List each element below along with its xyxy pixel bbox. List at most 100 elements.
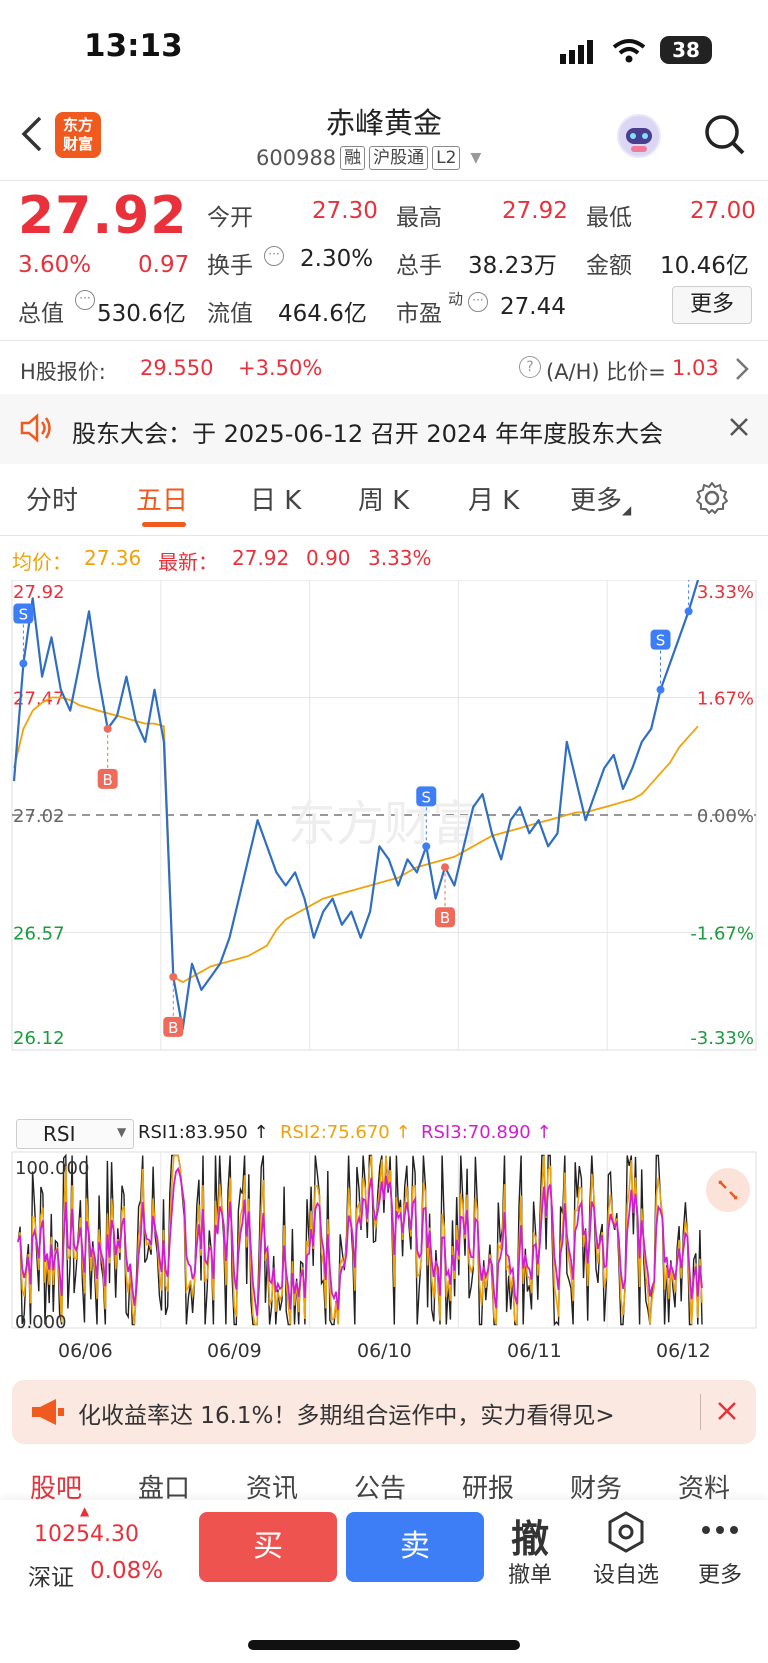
marker-label: S — [656, 632, 666, 650]
rsi-min-label: 0.000 — [15, 1312, 67, 1333]
ah-ratio-label: (A/H) 比价= — [546, 360, 666, 384]
triangle-icon: ◢ — [622, 503, 632, 517]
open-label: 今开 — [207, 205, 253, 231]
date-label: 06/10 — [357, 1340, 412, 1362]
stock-code: 600988 — [256, 146, 337, 170]
more-quote-button[interactable]: 更多 — [672, 286, 752, 324]
tab-monthly-k[interactable]: 月 K — [468, 480, 519, 517]
buy-button[interactable]: 买 — [199, 1512, 337, 1582]
divider — [0, 180, 768, 181]
avg-value: 27.36 — [84, 546, 142, 570]
y-tick-right: 3.33% — [697, 582, 754, 603]
battery-level: 38 — [672, 38, 700, 62]
y-tick-right: -1.67% — [690, 924, 754, 945]
cancel-order-label[interactable]: 撤单 — [502, 1557, 558, 1589]
add-watchlist-label[interactable]: 设自选 — [586, 1557, 666, 1589]
indicator-select[interactable]: RSI ▼ — [16, 1119, 134, 1149]
more-label[interactable]: 更多 — [690, 1557, 750, 1589]
help-icon[interactable]: ? — [519, 356, 541, 378]
date-label: 06/12 — [656, 1340, 711, 1362]
cancel-order-icon[interactable]: 撤 — [502, 1508, 558, 1563]
date-label: 06/09 — [207, 1340, 262, 1362]
megaphone-icon — [30, 1396, 66, 1428]
ah-ratio-value: 1.03 — [672, 356, 719, 380]
pe-superscript: 动 — [448, 290, 464, 308]
search-icon[interactable] — [704, 114, 746, 156]
divider — [700, 1394, 701, 1430]
add-watchlist-icon[interactable] — [604, 1510, 648, 1554]
chevron-right-icon[interactable] — [734, 356, 750, 382]
rsi3-value: RSI3:70.890 ↑ — [421, 1122, 552, 1143]
tag-connect: 沪股通 — [369, 146, 429, 170]
change-value: 0.97 — [138, 252, 190, 278]
tab-daily-k[interactable]: 日 K — [250, 480, 301, 517]
amount-label: 金额 — [586, 253, 632, 279]
marker-label: B — [103, 771, 113, 789]
home-indicator — [248, 1640, 520, 1650]
up-arrow-icon: ▲ — [80, 1504, 90, 1518]
hshare-change: +3.50% — [238, 356, 323, 380]
status-time: 13:13 — [84, 28, 183, 64]
rsi1-value: RSI1:83.950 ↑ — [138, 1122, 269, 1143]
info-icon[interactable]: ··· — [75, 290, 95, 310]
marker-label: S — [19, 606, 29, 624]
watermark: 东方财富 — [288, 796, 480, 852]
tab-more-label: 更多 — [570, 486, 623, 516]
open-value: 27.30 — [312, 198, 378, 224]
tab-intraday[interactable]: 分时 — [26, 480, 78, 517]
marker-label: B — [440, 909, 450, 927]
y-tick-left: 26.57 — [13, 924, 65, 945]
mktcap-label: 总值 — [18, 301, 64, 327]
close-icon[interactable] — [716, 1400, 738, 1422]
marker-label: S — [422, 788, 432, 806]
settings-gear-icon[interactable] — [694, 480, 730, 516]
close-icon[interactable] — [728, 416, 750, 438]
expand-icon[interactable] — [706, 1168, 750, 1212]
indicator-name: RSI — [43, 1122, 76, 1146]
price-chart[interactable]: 东方财富27.9227.4727.0226.5726.123.33%1.67%0… — [0, 580, 768, 1120]
robot-avatar-icon[interactable] — [617, 114, 661, 158]
notice-text: 股东大会：于 2025-06-12 召开 2024 年年度股东大会 — [72, 420, 664, 448]
tab-more[interactable]: 更多◢ — [570, 480, 631, 517]
date-label: 06/06 — [58, 1340, 113, 1362]
y-tick-right: -3.33% — [690, 1028, 754, 1049]
rsi2-value: RSI2:75.670 ↑ — [280, 1122, 411, 1143]
float-value: 464.6亿 — [278, 301, 367, 327]
index-value[interactable]: 10254.30 — [34, 1522, 139, 1547]
mktcap-value: 530.6亿 — [97, 301, 186, 327]
info-icon[interactable]: ··· — [264, 246, 284, 266]
latest-pct: 3.33% — [368, 546, 432, 570]
avg-label: 均价： — [12, 550, 72, 574]
change-pct: 3.60% — [18, 252, 92, 278]
latest-label: 最新： — [158, 550, 218, 574]
high-label: 最高 — [396, 205, 442, 231]
dropdown-icon[interactable]: ▼ — [470, 150, 481, 166]
y-tick-left: 26.12 — [13, 1028, 65, 1049]
latest-change: 0.90 — [306, 546, 351, 570]
speaker-icon — [18, 412, 54, 444]
date-label: 06/11 — [507, 1340, 562, 1362]
divider — [0, 535, 768, 536]
stock-subline[interactable]: 600988 融 沪股通 L2 ▼ — [256, 146, 481, 170]
sell-button[interactable]: 卖 — [346, 1512, 484, 1582]
index-name: 深证 — [28, 1565, 74, 1591]
info-icon[interactable]: ··· — [468, 292, 488, 312]
current-price: 27.92 — [18, 186, 188, 246]
tag-level2: L2 — [432, 146, 461, 170]
signal-icon — [560, 40, 598, 64]
rsi3-line — [17, 1166, 703, 1316]
divider — [0, 340, 768, 341]
marker-label: B — [168, 1019, 178, 1037]
y-tick-right: 1.67% — [697, 689, 754, 710]
promo-banner[interactable]: 化收益率达 16.1%！多期组合运作中，实力看得见> — [12, 1380, 756, 1444]
more-dots-icon[interactable] — [700, 1520, 740, 1540]
rsi-chart[interactable] — [0, 1148, 768, 1338]
tab-weekly-k[interactable]: 周 K — [358, 480, 409, 517]
turnover-label: 换手 — [207, 253, 253, 279]
tag-margin: 融 — [340, 146, 366, 170]
low-label: 最低 — [586, 205, 632, 231]
active-tab-indicator — [142, 522, 186, 527]
tab-five-day[interactable]: 五日 — [136, 480, 188, 517]
amount-value: 10.46亿 — [660, 253, 749, 279]
pe-label: 市盈 — [396, 301, 442, 327]
